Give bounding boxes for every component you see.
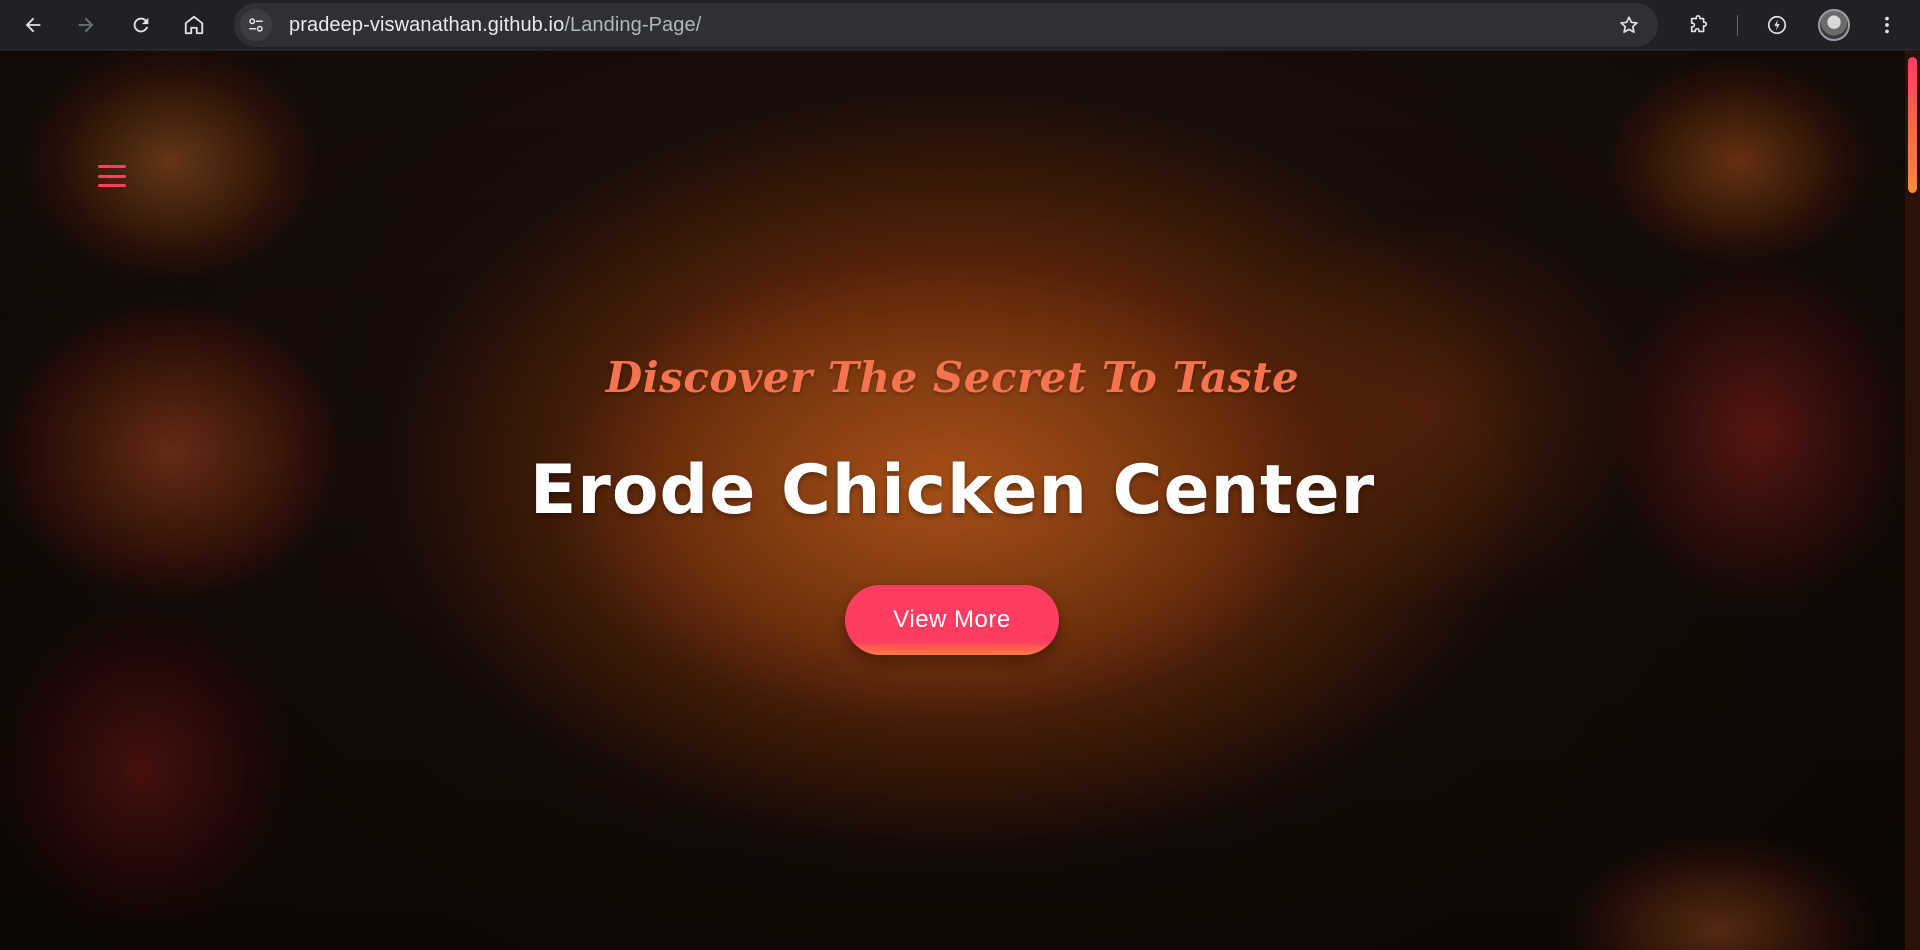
extensions-button[interactable] [1680,6,1718,44]
reload-icon [133,17,149,33]
reload-button[interactable] [122,6,160,44]
browser-menu-button[interactable] [1868,6,1906,44]
forward-button[interactable] [67,6,105,44]
lightning-icon [1767,15,1787,35]
scrollbar-thumb[interactable] [1908,57,1917,193]
star-icon [1620,16,1638,33]
kebab-icon [1885,16,1889,34]
avatar[interactable] [1818,9,1850,41]
home-icon [184,15,204,35]
hero-title: Erode Chicken Center [529,451,1376,530]
url-text[interactable]: pradeep-viswanathan.github.io/Landing-Pa… [289,3,701,47]
hero-section: Discover The Secret To Taste Erode Chick… [0,51,1905,950]
address-bar[interactable]: pradeep-viswanathan.github.io/Landing-Pa… [234,3,1658,47]
puzzle-icon [1690,15,1708,33]
site-info-button[interactable] [240,9,272,41]
toolbar-divider [1737,15,1738,36]
performance-button[interactable] [1758,6,1796,44]
home-button[interactable] [175,6,213,44]
bookmark-button[interactable] [1610,6,1648,44]
url-host: pradeep-viswanathan.github.io [289,13,565,36]
back-button[interactable] [14,6,52,44]
url-path: /Landing-Page/ [564,13,702,36]
hero-tagline: Discover The Secret To Taste [605,353,1300,402]
browser-toolbar: pradeep-viswanathan.github.io/Landing-Pa… [0,0,1920,50]
page-scrollbar[interactable] [1905,51,1920,950]
view-more-button[interactable]: View More [845,585,1059,655]
arrow-left-icon [25,17,41,33]
tune-icon [249,18,263,32]
arrow-right-icon [78,17,94,33]
page-viewport: Discover The Secret To Taste Erode Chick… [0,51,1905,950]
